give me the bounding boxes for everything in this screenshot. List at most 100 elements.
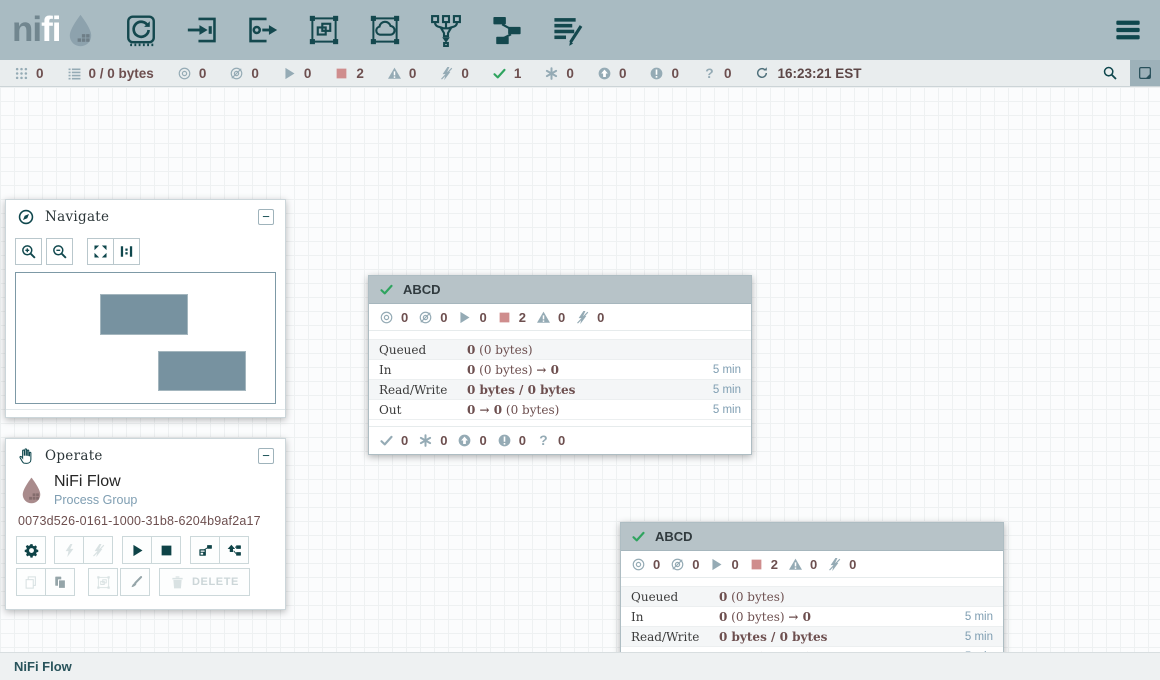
toggle-bulletin-panel-button[interactable]	[1130, 60, 1160, 86]
logo-text-ni: ni	[12, 10, 41, 50]
label-button[interactable]	[551, 13, 585, 47]
process-group-version-row: 0 0 0 0	[369, 426, 751, 454]
disabled-count: 0	[575, 310, 604, 325]
copy-button[interactable]	[16, 568, 46, 596]
hand-icon	[17, 447, 35, 465]
stale-count: 0	[457, 433, 486, 448]
sync-failure-count: 0	[536, 433, 565, 448]
disabled-count: 0	[827, 557, 856, 572]
funnel-button[interactable]	[429, 13, 463, 47]
stop-button[interactable]	[151, 536, 181, 564]
panel-icon	[1137, 65, 1153, 81]
stats-row: Queued 0 (0 bytes)	[621, 586, 1003, 606]
process-group-status-row: 0 0 0 2	[621, 551, 1003, 578]
collapse-navigate-button[interactable]: −	[258, 209, 274, 225]
selected-flow-id: 0073d526-0161-1000-31b8-6204b9af2a17	[6, 507, 285, 528]
output-port-button[interactable]	[246, 13, 280, 47]
canvas-minimap[interactable]	[15, 272, 276, 404]
app-header: nifi	[0, 0, 1160, 60]
status-bar: 0 0 / 0 bytes 0 0	[0, 60, 1160, 87]
not-transmitting-count: 0	[418, 310, 447, 325]
process-group-drop-icon	[18, 473, 45, 507]
queued-count: 0 / 0 bytes	[67, 66, 154, 81]
selected-flow-type: Process Group	[54, 493, 137, 507]
hamburger-icon	[1112, 16, 1144, 44]
processor-button[interactable]	[124, 13, 158, 47]
compass-icon	[17, 208, 35, 226]
upload-template-button[interactable]	[219, 536, 249, 564]
invalid-count: 0	[536, 310, 565, 325]
up-to-date-count: 0	[379, 433, 408, 448]
invalid-count: 0	[788, 557, 817, 572]
stats-row: Queued 0 (0 bytes)	[369, 339, 751, 359]
input-port-button[interactable]	[185, 13, 219, 47]
zoom-in-button[interactable]	[15, 238, 42, 265]
navigate-panel-header: Navigate −	[6, 200, 285, 233]
stopped-count: 2	[334, 66, 364, 81]
stopped-count: 2	[497, 310, 526, 325]
stats-row: In 0 (0 bytes) → 0 5 min	[369, 359, 751, 379]
zoom-actual-button[interactable]	[113, 238, 140, 265]
process-group-name: ABCD	[655, 529, 693, 544]
stats-row: Read/Write 0 bytes / 0 bytes 5 min	[369, 379, 751, 399]
status-bar-actions	[1090, 60, 1160, 86]
navigate-panel: Navigate −	[5, 199, 286, 418]
disable-button[interactable]	[83, 536, 113, 564]
not-transmitting-count: 0	[229, 66, 259, 81]
navigate-panel-title: Navigate	[45, 209, 109, 225]
process-group-name: ABCD	[403, 282, 441, 297]
create-template-button[interactable]	[190, 536, 220, 564]
last-refresh-time: 16:23:21 EST	[777, 66, 861, 81]
running-count: 0	[709, 557, 738, 572]
nifi-app: nifi	[0, 0, 1160, 680]
paste-button[interactable]	[45, 568, 75, 596]
minimap-component	[100, 294, 188, 335]
stats-row: Out 0 → 0 (0 bytes) 5 min	[369, 399, 751, 420]
search-icon	[1102, 65, 1118, 81]
operate-panel-header: Operate −	[6, 439, 285, 472]
stats-row: Read/Write 0 bytes / 0 bytes 5 min	[621, 626, 1003, 646]
zoom-fit-button[interactable]	[87, 238, 114, 265]
transmitting-count: 0	[631, 557, 660, 572]
process-group-button[interactable]	[307, 13, 341, 47]
global-menu-button[interactable]	[1112, 16, 1144, 44]
template-button[interactable]	[490, 13, 524, 47]
invalid-count: 0	[387, 66, 417, 81]
up-to-date-icon	[379, 282, 394, 297]
disabled-count: 0	[439, 66, 469, 81]
status-counts: 0 0 / 0 bytes 0 0	[14, 66, 731, 81]
zoom-out-button[interactable]	[46, 238, 73, 265]
refresh-icon	[755, 66, 769, 80]
operate-actions-row-1	[16, 536, 285, 564]
process-group-component[interactable]: ABCD 0 0 0	[368, 275, 752, 455]
collapse-operate-button[interactable]: −	[258, 448, 274, 464]
refresh-status[interactable]: 16:23:21 EST	[755, 66, 861, 81]
up-to-date-icon	[631, 529, 646, 544]
enable-button[interactable]	[54, 536, 84, 564]
process-group-header: ABCD	[369, 276, 751, 304]
locally-modified-stale-count: 0	[497, 433, 526, 448]
breadcrumb-root[interactable]: NiFi Flow	[14, 659, 72, 674]
active-threads-count: 0	[14, 66, 44, 81]
group-button[interactable]	[88, 568, 118, 596]
search-button[interactable]	[1090, 60, 1130, 86]
process-group-header: ABCD	[621, 523, 1003, 551]
start-button[interactable]	[122, 536, 152, 564]
running-count: 0	[282, 66, 312, 81]
sync-failure-count: 0	[702, 66, 732, 81]
process-group-stats: Queued 0 (0 bytes) In 0 (0 bytes) → 0 5 …	[369, 331, 751, 420]
configuration-button[interactable]	[16, 536, 46, 564]
locally-modified-count: 0	[544, 66, 574, 81]
stats-row: In 0 (0 bytes) → 0 5 min	[621, 606, 1003, 626]
locally-modified-stale-count: 0	[649, 66, 679, 81]
color-button[interactable]	[120, 568, 150, 596]
nifi-drop-icon	[64, 10, 97, 50]
process-group-status-row: 0 0 0 2	[369, 304, 751, 331]
navigate-panel-footer	[6, 409, 285, 418]
delete-button[interactable]: DELETE	[159, 568, 250, 596]
remote-process-group-button[interactable]	[368, 13, 402, 47]
operate-actions-row-2: DELETE	[16, 568, 285, 596]
flow-canvas[interactable]: Navigate −	[0, 87, 1160, 652]
component-toolbar	[124, 13, 585, 47]
selected-component-summary: NiFi Flow Process Group	[6, 472, 285, 507]
